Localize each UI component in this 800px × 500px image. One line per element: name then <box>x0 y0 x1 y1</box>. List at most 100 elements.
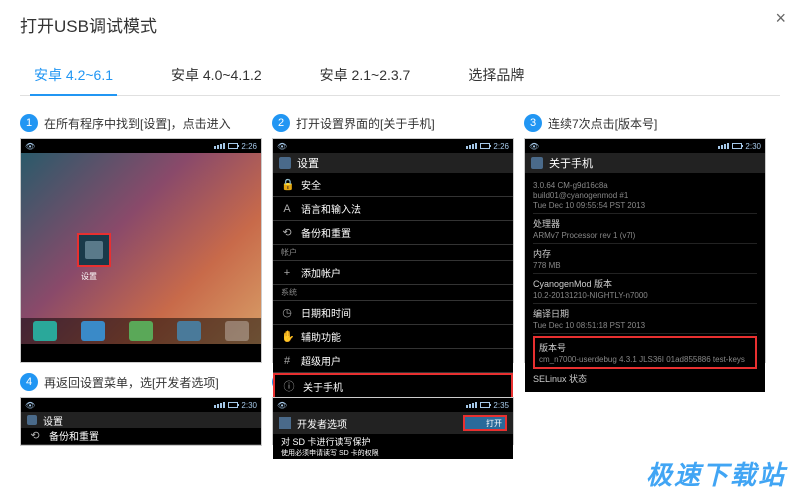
row-label: 超级用户 <box>301 353 341 368</box>
list-item: + 添加帐户 <box>273 261 513 285</box>
eye-icon: 👁 <box>529 142 539 151</box>
section-header: 系统 <box>273 285 513 301</box>
list-item: 🔒 安全 <box>273 173 513 197</box>
backup-icon: ⟲ <box>29 429 41 442</box>
language-icon: A <box>281 203 293 215</box>
screenshot-3: 👁 2:30 关于手机 3.0.64 CM-g9d16c8a build01@c… <box>524 138 766 363</box>
backup-icon: ⟲ <box>281 226 293 239</box>
close-icon[interactable]: × <box>775 8 786 29</box>
info-line: build01@cyanogenmod #1 <box>533 191 757 200</box>
signal-icon <box>214 402 225 408</box>
screenshot-4: 👁 2:30 设置 <box>20 397 262 427</box>
navbar <box>21 318 261 344</box>
step-number: 4 <box>20 373 38 391</box>
step-text: 打开设置界面的[关于手机] <box>296 115 435 132</box>
tab-android-42-61[interactable]: 安卓 4.2~6.1 <box>30 57 117 95</box>
info-line: Tue Dec 10 09:55:54 PST 2013 <box>533 201 757 210</box>
messages-icon <box>129 321 153 341</box>
lock-icon: 🔒 <box>281 178 293 191</box>
info-value: 10.2-20131210-NIGHTLY-n7000 <box>533 291 757 300</box>
settings-header: 设置 <box>273 153 513 173</box>
about-header: 关于手机 <box>525 153 765 173</box>
signal-icon <box>718 143 729 149</box>
info-label: 处理器 <box>533 217 757 230</box>
list-item: ⟲ 备份和重置 <box>21 427 261 445</box>
list-item: ◷ 日期和时间 <box>273 301 513 325</box>
info-block: SELinux 状态 <box>533 369 757 388</box>
tab-select-brand[interactable]: 选择品牌 <box>464 57 528 95</box>
watermark: 极速下载站 <box>646 455 786 492</box>
row-label: 添加帐户 <box>301 265 341 280</box>
info-label: SELinux 状态 <box>533 372 757 385</box>
battery-icon <box>228 402 238 408</box>
step-1: 1 在所有程序中找到[设置]，点击进入 👁 2:26 设置 <box>20 114 262 363</box>
tabs: 安卓 4.2~6.1 安卓 4.0~4.1.2 安卓 2.1~2.3.7 选择品… <box>20 57 780 96</box>
settings-icon <box>27 415 37 425</box>
row-label: 日期和时间 <box>301 305 351 320</box>
about-phone-row: ⓘ 关于手机 <box>273 373 513 399</box>
info-block: 编译日期Tue Dec 10 08:51:18 PST 2013 <box>533 304 757 334</box>
eye-icon: 👁 <box>277 401 287 410</box>
time-label: 2:26 <box>241 142 257 151</box>
header-title: 开发者选项 <box>297 416 347 431</box>
battery-icon <box>732 143 742 149</box>
info-label: 编译日期 <box>533 307 757 320</box>
step-3: 3 连续7次点击[版本号] 👁 2:30 关于手机 3.0.64 CM-g9d1… <box>524 114 766 363</box>
row-label: 关于手机 <box>303 379 343 394</box>
info-block: 3.0.64 CM-g9d16c8a build01@cyanogenmod #… <box>533 177 757 214</box>
step-4: 4 再返回设置菜单，选[开发者选项] 👁 2:30 设置 ⟲ 备份和重置 <box>20 373 262 446</box>
eye-icon: 👁 <box>277 142 287 151</box>
step-number: 3 <box>524 114 542 132</box>
row-label: 辅助功能 <box>301 329 341 344</box>
step-2: 2 打开设置界面的[关于手机] 👁 2:26 设置 🔒 安全 A语言和输入法 ⟲ 备… <box>272 114 514 363</box>
step-text: 连续7次点击[版本号] <box>548 115 657 132</box>
apps-icon <box>225 321 249 341</box>
tab-android-40-412[interactable]: 安卓 4.0~4.1.2 <box>167 57 266 95</box>
info-value: 778 MB <box>533 261 757 270</box>
eye-icon: 👁 <box>25 142 35 151</box>
clock-icon: ◷ <box>281 306 293 319</box>
time-label: 2:26 <box>493 142 509 151</box>
step-text: 再返回设置菜单，选[开发者选项] <box>44 374 219 391</box>
wallpaper: 设置 <box>21 153 261 344</box>
info-value: cm_n7000-userdebug 4.3.1 JLS36I 01ad8558… <box>539 355 751 364</box>
time-label: 2:35 <box>493 401 509 410</box>
info-icon: ⓘ <box>283 378 295 394</box>
build-number-block: 版本号cm_n7000-userdebug 4.3.1 JLS36I 01ad8… <box>533 336 757 369</box>
screenshot-2: 👁 2:26 设置 🔒 安全 A语言和输入法 ⟲ 备份和重置 帐户 + 添加帐户 系统… <box>272 138 514 363</box>
info-value: ARMv7 Processor rev 1 (v7l) <box>533 231 757 240</box>
settings-icon <box>279 417 291 429</box>
screenshot-5: 👁 2:35 开发者选项 打开 对 SD 卡进行读写保护 使用必须申请读写 SD… <box>272 397 514 445</box>
eye-icon: 👁 <box>25 401 35 410</box>
info-label: 版本号 <box>539 341 751 354</box>
info-line: 3.0.64 CM-g9d16c8a <box>533 181 757 190</box>
list-item: ⟲ 备份和重置 <box>273 221 513 245</box>
header-title: 设置 <box>297 155 319 171</box>
screenshot-1: 👁 2:26 设置 <box>20 138 262 363</box>
time-label: 2:30 <box>241 401 257 410</box>
time-label: 2:30 <box>745 142 761 151</box>
info-block: 内存778 MB <box>533 244 757 274</box>
hand-icon: ✋ <box>281 330 293 343</box>
row-label: 安全 <box>301 177 321 192</box>
phone-icon <box>33 321 57 341</box>
settings-app-label: 设置 <box>81 271 97 282</box>
info-block: 处理器ARMv7 Processor rev 1 (v7l) <box>533 214 757 244</box>
settings-app-icon <box>77 233 111 267</box>
plus-icon: + <box>281 267 293 279</box>
section-header: 帐户 <box>273 245 513 261</box>
settings-icon <box>279 157 291 169</box>
info-label: 内存 <box>533 247 757 260</box>
step-number: 2 <box>272 114 290 132</box>
row-label: 备份和重置 <box>301 225 351 240</box>
list-item: A语言和输入法 <box>273 197 513 221</box>
list-item: #超级用户 <box>273 349 513 373</box>
battery-icon <box>228 143 238 149</box>
battery-icon <box>480 402 490 408</box>
tab-android-21-237[interactable]: 安卓 2.1~2.3.7 <box>316 57 415 95</box>
row-label: 备份和重置 <box>49 428 99 443</box>
developer-options-header: 开发者选项 打开 <box>273 412 513 434</box>
settings-icon <box>531 157 543 169</box>
info-block: CyanogenMod 版本10.2-20131210-NIGHTLY-n700… <box>533 274 757 304</box>
info-value: Tue Dec 10 08:51:18 PST 2013 <box>533 321 757 330</box>
